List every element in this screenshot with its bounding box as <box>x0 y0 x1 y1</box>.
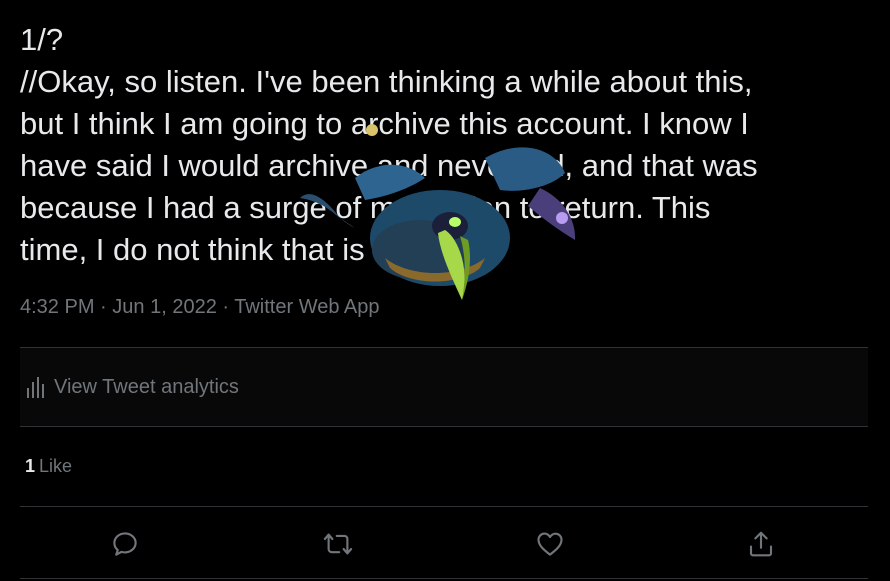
engagement-stats: 1 Like <box>20 427 868 507</box>
reply-button[interactable] <box>108 527 142 561</box>
tweet-text-line: time, I do not think that is the case. <box>20 232 500 267</box>
reply-icon <box>113 532 137 556</box>
like-button[interactable] <box>533 527 567 561</box>
share-button[interactable] <box>744 527 778 561</box>
likes-label: Like <box>39 456 73 476</box>
bar-chart-icon <box>26 376 46 398</box>
tweet-date[interactable]: Jun 1, 2022 <box>112 296 217 318</box>
tweet-actions <box>20 507 868 579</box>
likes-count: 1 <box>25 456 36 476</box>
meta-separator: · <box>222 296 230 318</box>
tweet-source[interactable]: Twitter Web App <box>234 296 379 318</box>
tweet-text: 1/? //Okay, so listen. I've been thinkin… <box>20 19 870 271</box>
tweet-text-line: 1/? <box>20 22 64 57</box>
share-icon <box>749 531 773 557</box>
tweet-text-line: but I think I am going to archive this a… <box>20 106 749 141</box>
retweet-icon <box>323 533 353 555</box>
analytics-label: View Tweet analytics <box>54 375 239 398</box>
tweet-text-line: have said I would archive and never did,… <box>20 148 758 183</box>
heart-icon <box>537 532 563 556</box>
view-tweet-analytics-button[interactable]: View Tweet analytics <box>20 347 868 427</box>
tweet-text-line: because I had a surge of motivation to r… <box>20 190 711 225</box>
likes-link[interactable]: 1 Like <box>25 456 72 477</box>
tweet-text-line: //Okay, so listen. I've been thinking a … <box>20 64 753 99</box>
meta-separator: · <box>100 296 107 318</box>
tweet-metadata: 4:32 PM · Jun 1, 2022 · Twitter Web App <box>20 296 380 319</box>
tweet-time[interactable]: 4:32 PM <box>20 296 94 318</box>
retweet-button[interactable] <box>321 527 355 561</box>
